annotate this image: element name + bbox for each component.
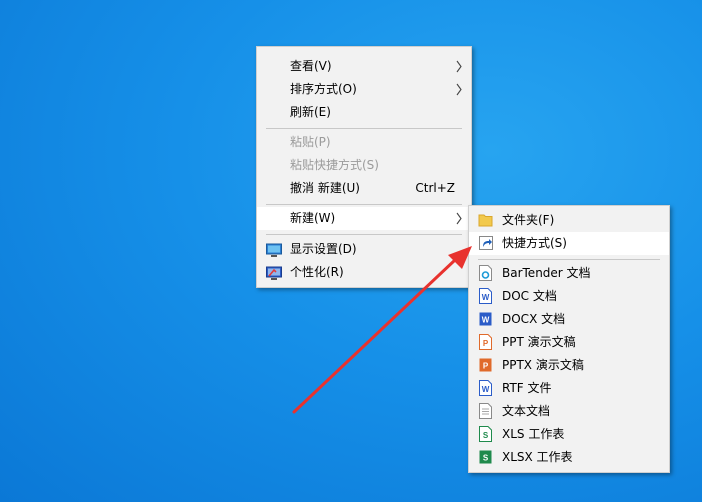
menu-item-refresh[interactable]: 刷新(E): [257, 101, 471, 124]
word-doc-icon: W: [479, 288, 492, 304]
menu-separator: [266, 128, 462, 129]
bartender-doc-icon: [479, 265, 492, 281]
svg-text:P: P: [483, 339, 489, 348]
menu-item-label: 粘贴(P): [290, 135, 331, 149]
menu-item-paste[interactable]: 粘贴(P): [257, 131, 471, 154]
menu-item-sort-by[interactable]: 排序方式(O): [257, 78, 471, 101]
menu-item-display-settings[interactable]: 显示设置(D): [257, 238, 471, 261]
menu-item-label: 文件夹(F): [502, 213, 555, 227]
submenu-item-folder[interactable]: 文件夹(F): [469, 209, 669, 232]
submenu-item-xlsx[interactable]: S XLSX 工作表: [469, 446, 669, 469]
svg-text:S: S: [483, 431, 489, 440]
personalize-icon: [266, 266, 282, 280]
submenu-item-shortcut[interactable]: 快捷方式(S): [469, 232, 669, 255]
menu-item-label: 快捷方式(S): [502, 236, 567, 250]
desktop-context-menu: 查看(V) 排序方式(O) 刷新(E) 粘贴(P) 粘贴快捷方式(S) 撤消 新…: [256, 46, 472, 288]
shortcut-icon: [479, 236, 493, 250]
folder-icon: [478, 214, 493, 227]
menu-item-undo-new[interactable]: 撤消 新建(U) Ctrl+Z: [257, 177, 471, 200]
ppt-icon: P: [479, 334, 492, 350]
menu-item-label: 文本文档: [502, 404, 551, 418]
menu-item-label: RTF 文件: [502, 381, 552, 395]
menu-item-label: 显示设置(D): [290, 242, 357, 256]
svg-text:S: S: [483, 454, 489, 463]
chevron-right-icon: [456, 83, 462, 96]
submenu-item-bartender[interactable]: BarTender 文档: [469, 262, 669, 285]
xls-icon: S: [479, 426, 492, 442]
chevron-right-icon: [456, 60, 462, 73]
menu-item-label: 新建(W): [290, 211, 336, 225]
menu-item-label: 个性化(R): [290, 265, 344, 279]
menu-item-label: 查看(V): [290, 59, 332, 73]
svg-text:P: P: [483, 362, 489, 371]
svg-text:W: W: [482, 316, 490, 325]
chevron-right-icon: [456, 212, 462, 225]
menu-item-view[interactable]: 查看(V): [257, 55, 471, 78]
menu-item-label: 排序方式(O): [290, 82, 357, 96]
xlsx-icon: S: [479, 450, 492, 464]
keyboard-shortcut: Ctrl+Z: [415, 181, 455, 195]
menu-item-label: BarTender 文档: [502, 266, 591, 280]
submenu-item-pptx[interactable]: P PPTX 演示文稿: [469, 354, 669, 377]
submenu-item-docx[interactable]: W DOCX 文档: [469, 308, 669, 331]
submenu-item-rtf[interactable]: W RTF 文件: [469, 377, 669, 400]
menu-separator: [478, 259, 660, 260]
pptx-icon: P: [479, 358, 492, 372]
menu-item-personalize[interactable]: 个性化(R): [257, 261, 471, 284]
submenu-item-xls[interactable]: S XLS 工作表: [469, 423, 669, 446]
new-submenu: 文件夹(F) 快捷方式(S) BarTender 文档 W DOC 文档 W D…: [468, 205, 670, 473]
menu-item-new[interactable]: 新建(W): [257, 207, 471, 230]
submenu-item-doc[interactable]: W DOC 文档: [469, 285, 669, 308]
menu-item-label: PPTX 演示文稿: [502, 358, 584, 372]
menu-item-label: PPT 演示文稿: [502, 335, 576, 349]
word-docx-icon: W: [479, 312, 492, 326]
monitor-icon: [266, 243, 282, 257]
submenu-item-ppt[interactable]: P PPT 演示文稿: [469, 331, 669, 354]
svg-text:W: W: [482, 385, 490, 394]
menu-item-paste-shortcut[interactable]: 粘贴快捷方式(S): [257, 154, 471, 177]
submenu-item-text[interactable]: 文本文档: [469, 400, 669, 423]
menu-item-label: DOC 文档: [502, 289, 557, 303]
menu-item-label: 撤消 新建(U): [290, 181, 360, 195]
menu-separator: [266, 234, 462, 235]
menu-item-label: 粘贴快捷方式(S): [290, 158, 379, 172]
rtf-icon: W: [479, 380, 492, 396]
menu-item-label: XLS 工作表: [502, 427, 565, 441]
menu-item-label: DOCX 文档: [502, 312, 566, 326]
menu-item-label: XLSX 工作表: [502, 450, 573, 464]
svg-text:W: W: [482, 293, 490, 302]
menu-separator: [266, 204, 462, 205]
text-doc-icon: [479, 403, 492, 419]
menu-item-label: 刷新(E): [290, 105, 331, 119]
